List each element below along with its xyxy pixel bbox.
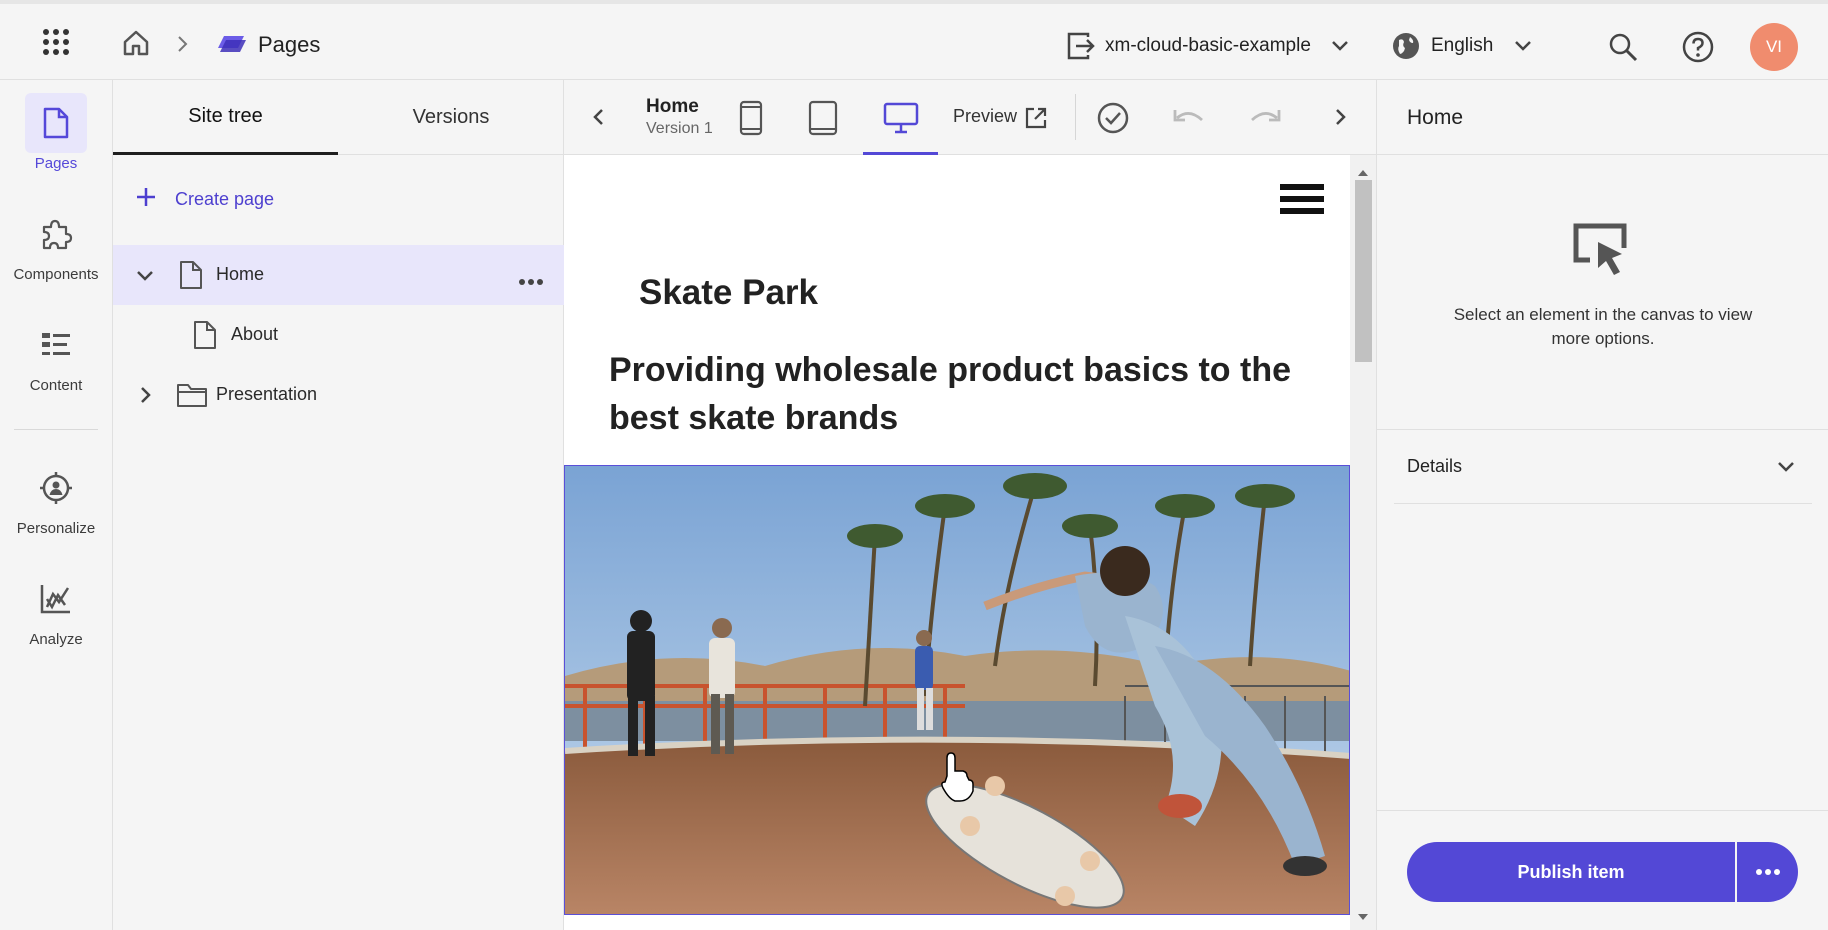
tree-item-about[interactable]: About xyxy=(113,305,564,365)
desktop-device-tab[interactable] xyxy=(863,80,938,155)
puzzle-icon xyxy=(25,204,87,264)
redo-icon[interactable] xyxy=(1248,106,1282,135)
scrollbar-thumb[interactable] xyxy=(1355,180,1372,362)
preview-button[interactable]: Preview xyxy=(953,106,1017,127)
tablet-device-icon[interactable] xyxy=(808,100,838,141)
panel-footer-divider xyxy=(1377,810,1828,811)
tree-item-home[interactable]: Home xyxy=(113,245,564,305)
tab-site-tree[interactable]: Site tree xyxy=(113,80,338,155)
breadcrumb-pages[interactable]: Pages xyxy=(258,32,320,58)
language-dropdown-chevron-icon[interactable] xyxy=(1513,39,1533,53)
nav-analyze[interactable]: Analyze xyxy=(0,569,112,648)
chevron-down-icon[interactable] xyxy=(135,267,155,288)
avatar[interactable]: VI xyxy=(1750,23,1798,71)
tree-tabs: Site tree Versions xyxy=(113,80,564,155)
site-tree-panel: Site tree Versions Create page Home Abou… xyxy=(113,80,564,930)
site-dropdown-chevron-icon[interactable] xyxy=(1330,39,1350,53)
home-icon[interactable] xyxy=(121,28,151,58)
publish-item-button[interactable]: Publish item xyxy=(1407,842,1735,902)
publish-more-button[interactable] xyxy=(1737,842,1798,902)
nav-personalize-label: Personalize xyxy=(16,520,96,537)
globe-icon xyxy=(1391,31,1421,61)
chevron-right-icon[interactable] xyxy=(139,385,153,410)
page-title: Home xyxy=(646,96,699,117)
hero-image[interactable] xyxy=(564,465,1350,915)
top-bar: Pages xm-cloud-basic-example English VI xyxy=(0,0,1828,80)
page-icon xyxy=(25,93,87,153)
left-nav: Pages Components Content Personalize Ana… xyxy=(0,80,113,930)
site-switch-icon[interactable] xyxy=(1066,31,1096,61)
properties-panel: Home Select an element in the canvas to … xyxy=(1376,80,1828,930)
language-selector[interactable]: English xyxy=(1431,35,1493,57)
create-page-button[interactable]: Create page xyxy=(135,186,274,213)
external-link-icon[interactable] xyxy=(1024,106,1048,135)
nav-pages[interactable]: Pages xyxy=(0,93,112,172)
empty-selection-hint: Select an element in the canvas to view … xyxy=(1453,305,1753,348)
chevron-down-icon[interactable] xyxy=(1776,460,1796,479)
list-icon xyxy=(25,315,87,375)
nav-personalize[interactable]: Personalize xyxy=(0,458,112,537)
canvas-toolbar: Home Version 1 Preview xyxy=(564,80,1376,155)
mobile-device-icon[interactable] xyxy=(739,100,763,141)
page-icon xyxy=(193,320,217,355)
hamburger-menu-icon[interactable] xyxy=(1280,184,1324,219)
desktop-icon xyxy=(883,102,919,139)
page-icon xyxy=(179,260,203,295)
check-circle-icon[interactable] xyxy=(1096,101,1130,140)
page-headline[interactable]: Providing wholesale product basics to th… xyxy=(609,346,1309,442)
scroll-down-arrow-icon[interactable] xyxy=(1358,907,1368,925)
nav-components-label: Components xyxy=(13,266,99,283)
target-icon xyxy=(25,458,87,518)
nav-divider xyxy=(14,429,98,430)
tree-item-label: Home xyxy=(216,264,265,284)
details-accordion[interactable]: Details xyxy=(1394,430,1812,504)
plus-icon xyxy=(135,186,157,213)
folder-icon xyxy=(176,382,208,413)
nav-analyze-label: Analyze xyxy=(29,631,83,648)
chevron-right-icon[interactable] xyxy=(1334,107,1348,132)
nav-pages-label: Pages xyxy=(34,155,78,172)
breadcrumb-chevron-icon xyxy=(176,34,190,54)
panel-divider xyxy=(1377,154,1828,155)
tree-item-label: About xyxy=(231,324,279,344)
nav-content-label: Content xyxy=(29,377,83,394)
search-icon[interactable] xyxy=(1608,32,1638,62)
toolbar-divider xyxy=(1075,94,1076,140)
tree-item-label: Presentation xyxy=(216,384,318,404)
create-page-label: Create page xyxy=(175,189,275,209)
nav-components[interactable]: Components xyxy=(0,204,112,283)
details-label: Details xyxy=(1407,456,1463,476)
site-selector[interactable]: xm-cloud-basic-example xyxy=(1105,35,1311,57)
more-options-icon xyxy=(1755,863,1781,881)
help-icon[interactable] xyxy=(1682,31,1714,63)
scroll-up-arrow-icon[interactable] xyxy=(1358,163,1368,181)
tree-item-presentation[interactable]: Presentation xyxy=(113,365,564,425)
nav-content[interactable]: Content xyxy=(0,315,112,394)
app-switcher-icon[interactable] xyxy=(42,28,70,56)
page-canvas[interactable]: Skate Park Providing wholesale product b… xyxy=(564,155,1376,930)
cursor-select-icon xyxy=(1570,220,1630,285)
panel-title: Home xyxy=(1407,106,1464,129)
chart-icon xyxy=(25,569,87,629)
version-label[interactable]: Version 1 xyxy=(646,120,713,138)
chevron-left-icon[interactable] xyxy=(591,107,605,132)
pages-logo-icon xyxy=(216,30,248,56)
more-options-icon[interactable] xyxy=(518,270,544,291)
site-title[interactable]: Skate Park xyxy=(639,273,818,313)
undo-icon[interactable] xyxy=(1172,106,1206,135)
tab-versions[interactable]: Versions xyxy=(338,80,564,155)
